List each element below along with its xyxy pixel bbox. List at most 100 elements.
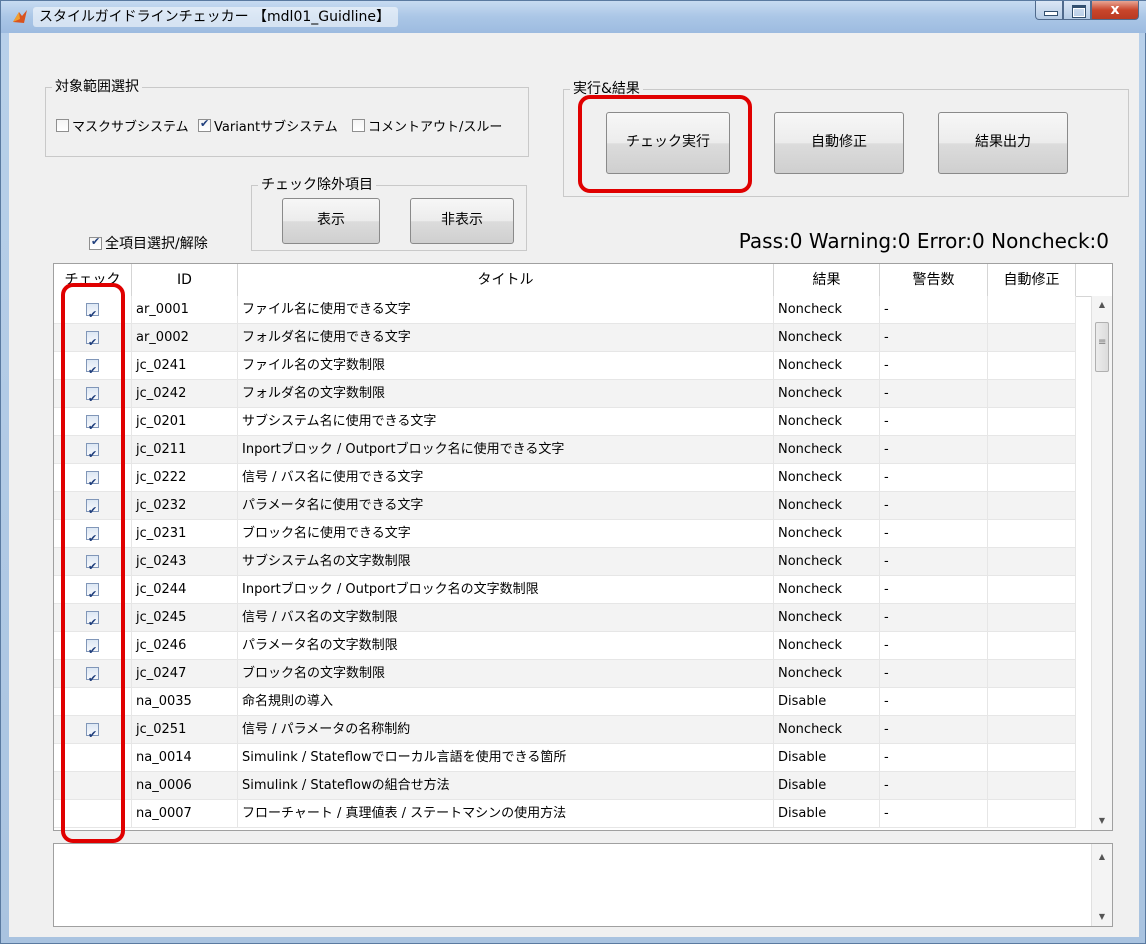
- row-check-cell[interactable]: [54, 464, 132, 491]
- show-excluded-button[interactable]: 表示: [282, 198, 380, 244]
- message-scrollbar[interactable]: ▲ ▼: [1091, 844, 1112, 926]
- row-check-cell[interactable]: [54, 688, 132, 715]
- checkbox-icon[interactable]: [86, 553, 99, 575]
- checkbox-icon[interactable]: [86, 329, 99, 351]
- auto-fix-button[interactable]: 自動修正: [774, 112, 904, 174]
- table-row[interactable]: ar_0002フォルダ名に使用できる文字Noncheck-: [54, 324, 1076, 352]
- checkbox-icon[interactable]: [86, 581, 99, 603]
- checkbox-icon[interactable]: [86, 637, 99, 659]
- checkbox-icon[interactable]: [56, 119, 69, 132]
- scope-option-mask[interactable]: マスクサブシステム: [56, 116, 189, 135]
- table-row[interactable]: jc_0242フォルダ名の文字数制限Noncheck-: [54, 380, 1076, 408]
- maximize-button[interactable]: [1063, 1, 1091, 20]
- title-bar[interactable]: スタイルガイドラインチェッカー 【mdl01_Guidline】 x: [1, 1, 1146, 33]
- export-results-button[interactable]: 結果出力: [938, 112, 1068, 174]
- row-result: Disable: [774, 800, 880, 827]
- table-row[interactable]: na_0006 Simulink / Stateflowの組合せ方法 Disable…: [54, 772, 1076, 800]
- table-row[interactable]: jc_0231ブロック名に使用できる文字Noncheck-: [54, 520, 1076, 548]
- row-title: 信号 / パラメータの名称制約: [238, 716, 774, 743]
- message-output[interactable]: ▲ ▼: [53, 843, 1113, 927]
- row-title: Inportブロック / Outportブロック名の文字数制限: [238, 576, 774, 603]
- table-row[interactable]: jc_0243サブシステム名の文字数制限Noncheck-: [54, 548, 1076, 576]
- checkbox-icon[interactable]: [86, 609, 99, 631]
- checkbox-icon[interactable]: [86, 665, 99, 687]
- scroll-thumb[interactable]: [1095, 322, 1109, 372]
- checkbox-icon[interactable]: [86, 497, 99, 519]
- row-autofix: [988, 660, 1076, 687]
- header-id[interactable]: ID: [132, 264, 238, 296]
- row-check-cell[interactable]: [54, 660, 132, 687]
- checkbox-icon[interactable]: [86, 469, 99, 491]
- header-result[interactable]: 結果: [774, 264, 880, 296]
- close-button[interactable]: x: [1091, 1, 1139, 20]
- table-row[interactable]: jc_0241ファイル名の文字数制限Noncheck-: [54, 352, 1076, 380]
- checkbox-icon[interactable]: [86, 385, 99, 407]
- row-check-cell[interactable]: [54, 716, 132, 743]
- table-row[interactable]: jc_0245信号 / バス名の文字数制限Noncheck-: [54, 604, 1076, 632]
- row-check-cell[interactable]: [54, 380, 132, 407]
- row-check-cell[interactable]: [54, 352, 132, 379]
- checkbox-icon[interactable]: [86, 301, 99, 323]
- row-id: jc_0201: [132, 408, 238, 435]
- row-check-cell[interactable]: [54, 800, 132, 827]
- row-autofix: [988, 380, 1076, 407]
- table-row[interactable]: jc_0244Inportブロック / Outportブロック名の文字数制限No…: [54, 576, 1076, 604]
- row-autofix: [988, 744, 1076, 771]
- row-check-cell[interactable]: [54, 744, 132, 771]
- row-check-cell[interactable]: [54, 548, 132, 575]
- select-all-label: 全項目選択/解除: [105, 236, 208, 252]
- checkbox-icon[interactable]: [86, 413, 99, 435]
- table-row[interactable]: na_0007 フローチャート / 真理値表 / ステートマシンの使用方法 Disa…: [54, 800, 1076, 828]
- row-title: 命名規則の導入: [238, 688, 774, 715]
- row-check-cell[interactable]: [54, 408, 132, 435]
- scope-option-commentout[interactable]: コメントアウト/スルー: [352, 116, 502, 135]
- row-autofix: [988, 576, 1076, 603]
- scope-option-label: マスクサブシステム: [72, 120, 189, 135]
- table-row[interactable]: jc_0201サブシステム名に使用できる文字Noncheck-: [54, 408, 1076, 436]
- row-check-cell[interactable]: [54, 632, 132, 659]
- row-result: Noncheck: [774, 436, 880, 463]
- scroll-up-icon[interactable]: ▲: [1092, 848, 1112, 866]
- row-check-cell[interactable]: [54, 436, 132, 463]
- checkbox-icon[interactable]: [86, 357, 99, 379]
- table-row[interactable]: jc_0246パラメータ名の文字数制限Noncheck-: [54, 632, 1076, 660]
- minimize-icon: [1044, 11, 1058, 16]
- row-check-cell[interactable]: [54, 576, 132, 603]
- row-check-cell[interactable]: [54, 296, 132, 323]
- header-check[interactable]: チェック: [54, 264, 132, 296]
- checkbox-icon[interactable]: [86, 525, 99, 547]
- table-row[interactable]: jc_0232パラメータ名に使用できる文字Noncheck-: [54, 492, 1076, 520]
- row-check-cell[interactable]: [54, 604, 132, 631]
- header-warnings[interactable]: 警告数: [880, 264, 988, 296]
- hide-excluded-button[interactable]: 非表示: [410, 198, 514, 244]
- window-title: スタイルガイドラインチェッカー 【mdl01_Guidline】: [33, 7, 399, 27]
- row-check-cell[interactable]: [54, 324, 132, 351]
- header-title[interactable]: タイトル: [238, 264, 774, 296]
- row-check-cell[interactable]: [54, 492, 132, 519]
- checkbox-icon[interactable]: [86, 441, 99, 463]
- table-row[interactable]: ar_0001ファイル名に使用できる文字Noncheck-: [54, 296, 1076, 324]
- table-row[interactable]: jc_0222信号 / バス名に使用できる文字Noncheck-: [54, 464, 1076, 492]
- row-title: フローチャート / 真理値表 / ステートマシンの使用方法: [238, 800, 774, 827]
- scope-option-variant[interactable]: Variantサブシステム: [198, 116, 338, 135]
- table-scrollbar[interactable]: ▲ ▼: [1091, 296, 1112, 830]
- checkbox-icon[interactable]: [89, 235, 102, 250]
- minimize-button[interactable]: [1035, 1, 1063, 20]
- row-check-cell[interactable]: [54, 772, 132, 799]
- scroll-up-icon[interactable]: ▲: [1092, 296, 1112, 314]
- select-all-checkbox[interactable]: 全項目選択/解除: [89, 233, 208, 253]
- table-row[interactable]: jc_0247ブロック名の文字数制限Noncheck-: [54, 660, 1076, 688]
- checkbox-icon[interactable]: [198, 117, 211, 132]
- run-check-button[interactable]: チェック実行: [606, 112, 730, 174]
- row-title: Simulink / Stateflowの組合せ方法: [238, 772, 774, 799]
- checkbox-icon[interactable]: [86, 721, 99, 743]
- scroll-down-icon[interactable]: ▼: [1092, 908, 1112, 926]
- table-row[interactable]: jc_0251信号 / パラメータの名称制約Noncheck-: [54, 716, 1076, 744]
- header-autofix[interactable]: 自動修正: [988, 264, 1076, 296]
- table-row[interactable]: na_0014 Simulink / Stateflowでローカル言語を使用できる…: [54, 744, 1076, 772]
- scroll-down-icon[interactable]: ▼: [1092, 812, 1112, 830]
- checkbox-icon[interactable]: [352, 119, 365, 132]
- row-check-cell[interactable]: [54, 520, 132, 547]
- table-row[interactable]: jc_0211Inportブロック / Outportブロック名に使用できる文字…: [54, 436, 1076, 464]
- table-row[interactable]: na_0035 命名規則の導入 Disable -: [54, 688, 1076, 716]
